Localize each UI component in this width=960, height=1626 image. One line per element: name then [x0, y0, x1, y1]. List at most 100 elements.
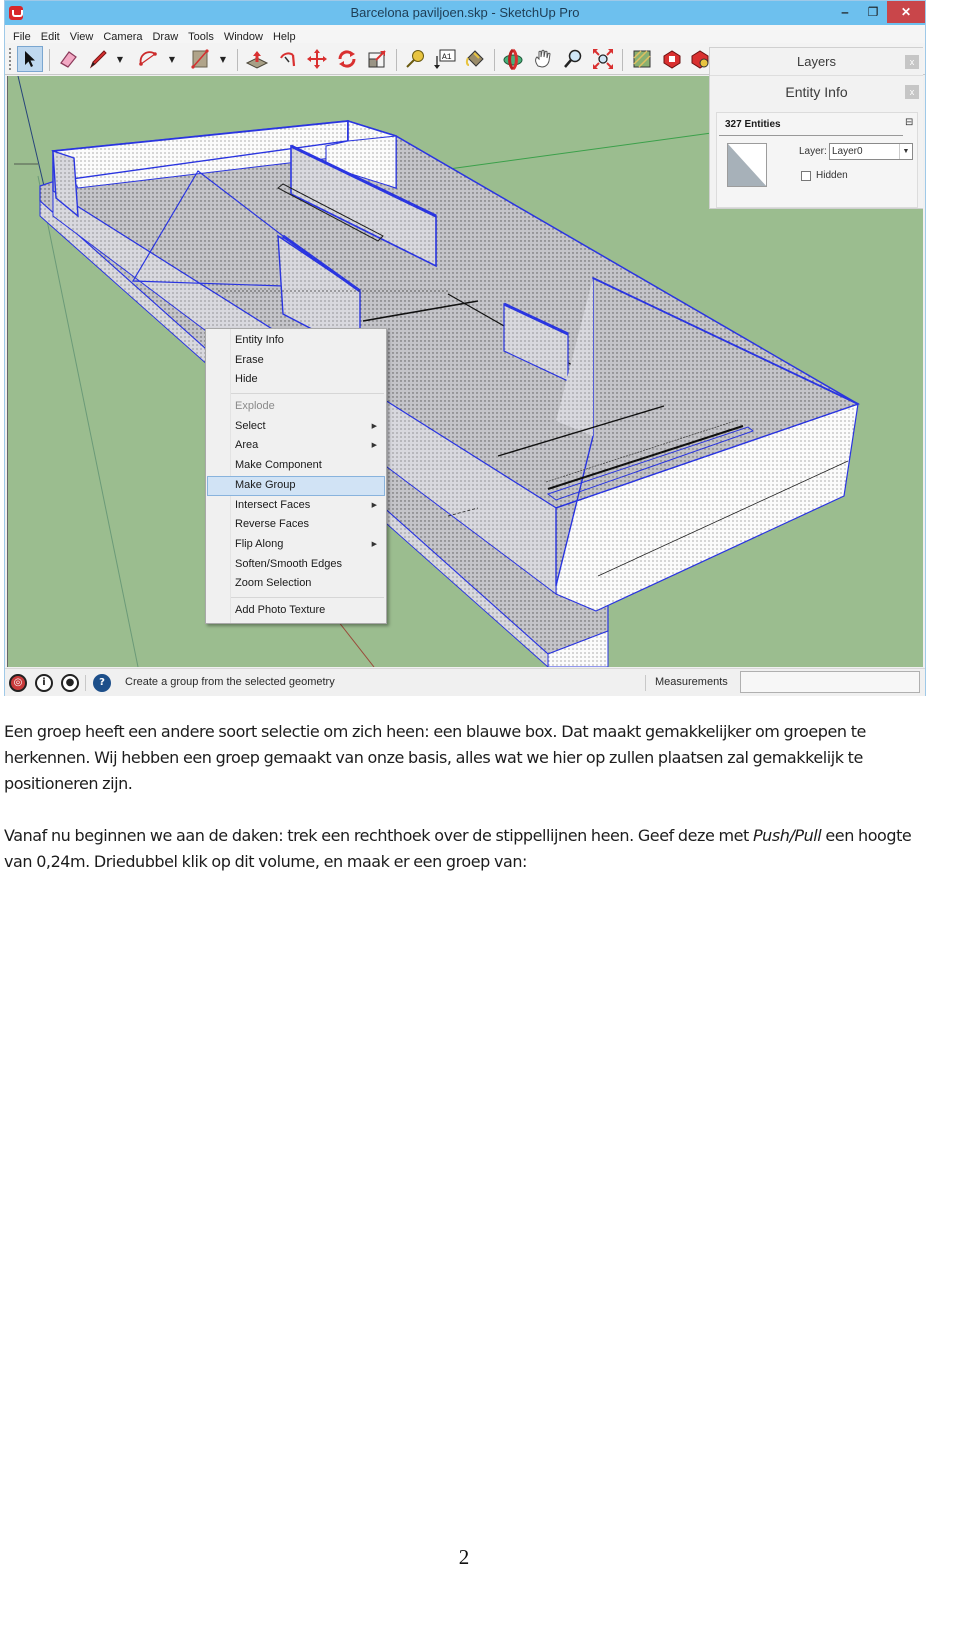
pencil-line-tool-button[interactable] [85, 46, 111, 72]
eraser-tool-button[interactable] [55, 46, 81, 72]
3d-warehouse-button[interactable] [629, 46, 655, 72]
move-tool-button[interactable] [304, 46, 330, 72]
orbit-tool-button[interactable] [500, 46, 526, 72]
default-tray: Layers x Entity Info x 327 Entities ⊟ La… [709, 47, 923, 209]
menu-help[interactable]: Help [268, 29, 301, 43]
material-preview-icon [728, 144, 766, 186]
svg-text:A1: A1 [442, 53, 452, 62]
rotate-icon [338, 50, 356, 68]
arc-tool-button[interactable] [135, 46, 161, 72]
toolbar-separator [237, 49, 238, 71]
menu-item-entity-info[interactable]: Entity Info [206, 331, 386, 351]
status-message: Create a group from the selected geometr… [125, 676, 335, 688]
hidden-label: Hidden [816, 170, 848, 181]
credits-icon[interactable]: i [35, 674, 53, 692]
menu-camera[interactable]: Camera [98, 29, 147, 43]
menu-item-area[interactable]: Area ▶ [206, 436, 386, 456]
paint-bucket-icon [465, 50, 484, 67]
geo-location-icon[interactable]: ◎ [9, 674, 27, 692]
menu-item-zoom-selection[interactable]: Zoom Selection [206, 574, 386, 594]
menu-item-explode: Explode [235, 400, 275, 413]
material-swatch[interactable] [727, 143, 767, 187]
measurements-input[interactable] [740, 671, 920, 693]
status-separator [85, 675, 86, 691]
toolbar-separator [49, 49, 50, 71]
entity-info-panel-header[interactable]: Entity Info x [710, 76, 923, 108]
menu-item-erase[interactable]: Erase [206, 351, 386, 371]
text-tool-button[interactable]: A1 [432, 46, 458, 72]
hidden-checkbox[interactable] [801, 171, 811, 181]
menu-edit[interactable]: Edit [36, 29, 65, 43]
follow-me-tool-button[interactable] [274, 46, 300, 72]
zoom-tool-button[interactable] [560, 46, 586, 72]
menu-separator [231, 596, 384, 598]
menu-view[interactable]: View [65, 29, 99, 43]
layers-panel-header[interactable]: Layers x [710, 48, 923, 76]
zoom-extents-tool-button[interactable] [590, 46, 616, 72]
entity-info-panel: 327 Entities ⊟ Layer: Layer0 ▼ Hidden [716, 112, 918, 208]
close-button[interactable]: ✕ [887, 1, 925, 23]
menu-item-hide[interactable]: Hide [206, 370, 386, 390]
zoom-extents-icon [593, 49, 613, 69]
submenu-arrow-icon: ▶ [371, 442, 377, 450]
sketchup-window: Barcelona paviljoen.skp - SketchUp Pro ‒… [4, 0, 926, 696]
close-layers-panel-button[interactable]: x [905, 55, 919, 69]
rectangle-tool-button[interactable] [187, 46, 213, 72]
maximize-button[interactable]: ❐ [859, 1, 887, 23]
rectangle-icon [191, 49, 209, 69]
arc-icon [139, 51, 157, 66]
menu-item-select[interactable]: Select ▶ [206, 417, 386, 437]
select-tool-button[interactable] [17, 46, 43, 72]
submenu-arrow-icon: ▶ [371, 501, 377, 509]
menu-item-reverse-faces[interactable]: Reverse Faces [206, 515, 386, 535]
menu-item-make-group[interactable]: Make Group [207, 475, 385, 496]
status-separator [645, 675, 646, 691]
pencil-icon [89, 50, 107, 69]
pin-icon[interactable]: ⊟ [905, 117, 915, 129]
page-number: 2 [458, 1545, 470, 1569]
tape-measure-tool-button[interactable] [402, 46, 428, 72]
menu-separator [231, 393, 384, 395]
menu-tools[interactable]: Tools [183, 29, 219, 43]
line-tools-dropdown[interactable]: ▼ [115, 55, 125, 65]
menu-window[interactable]: Window [219, 29, 268, 43]
context-menu: Entity Info Erase Hide Explode Select ▶ A… [205, 328, 387, 624]
scale-tool-button[interactable] [364, 46, 390, 72]
body-paragraph: Vanaf nu beginnen we aan de daken: trek … [4, 826, 912, 871]
user-account-icon[interactable]: ● [61, 674, 79, 692]
menu-draw[interactable]: Draw [147, 29, 183, 43]
eraser-icon [60, 51, 77, 68]
extension-warehouse-button[interactable] [659, 46, 685, 72]
select-arrow-icon [25, 51, 35, 67]
pan-tool-button[interactable] [530, 46, 556, 72]
paint-bucket-tool-button[interactable] [462, 46, 488, 72]
entity-count: 327 Entities [725, 119, 781, 130]
move-icon [307, 49, 327, 69]
menu-item-make-component[interactable]: Make Component [206, 456, 386, 476]
status-bar: ◎ i ● ? Create a group from the selected… [5, 668, 925, 696]
minimize-button[interactable]: ‒ [831, 1, 859, 23]
menu-item-flip-along[interactable]: Flip Along ▶ [206, 535, 386, 555]
menu-file[interactable]: File [5, 29, 36, 43]
emphasis-push-pull: Push/Pull [752, 826, 822, 845]
menu-item-add-photo-texture[interactable]: Add Photo Texture [206, 601, 386, 621]
rotate-tool-button[interactable] [334, 46, 360, 72]
shape-tools-dropdown[interactable]: ▼ [218, 55, 228, 65]
menu-item-soften-smooth-edges[interactable]: Soften/Smooth Edges [206, 555, 386, 575]
orbit-icon [503, 48, 523, 70]
layer-dropdown[interactable]: Layer0 ▼ [829, 143, 913, 160]
close-entity-info-panel-button[interactable]: x [905, 85, 919, 99]
measurements-label: Measurements [655, 676, 728, 688]
title-bar: Barcelona paviljoen.skp - SketchUp Pro ‒… [5, 1, 925, 25]
arc-tools-dropdown[interactable]: ▼ [167, 55, 177, 65]
scale-icon [368, 50, 386, 68]
menu-item-intersect-faces[interactable]: Intersect Faces ▶ [206, 496, 386, 516]
hand-pan-icon [535, 49, 551, 68]
help-icon[interactable]: ? [93, 674, 111, 692]
3d-warehouse-icon [633, 50, 651, 68]
toolbar-grip[interactable] [9, 48, 12, 70]
push-pull-tool-button[interactable] [244, 46, 270, 72]
divider [719, 135, 903, 136]
toolbar-separator [494, 49, 495, 71]
tape-measure-icon [406, 50, 424, 68]
